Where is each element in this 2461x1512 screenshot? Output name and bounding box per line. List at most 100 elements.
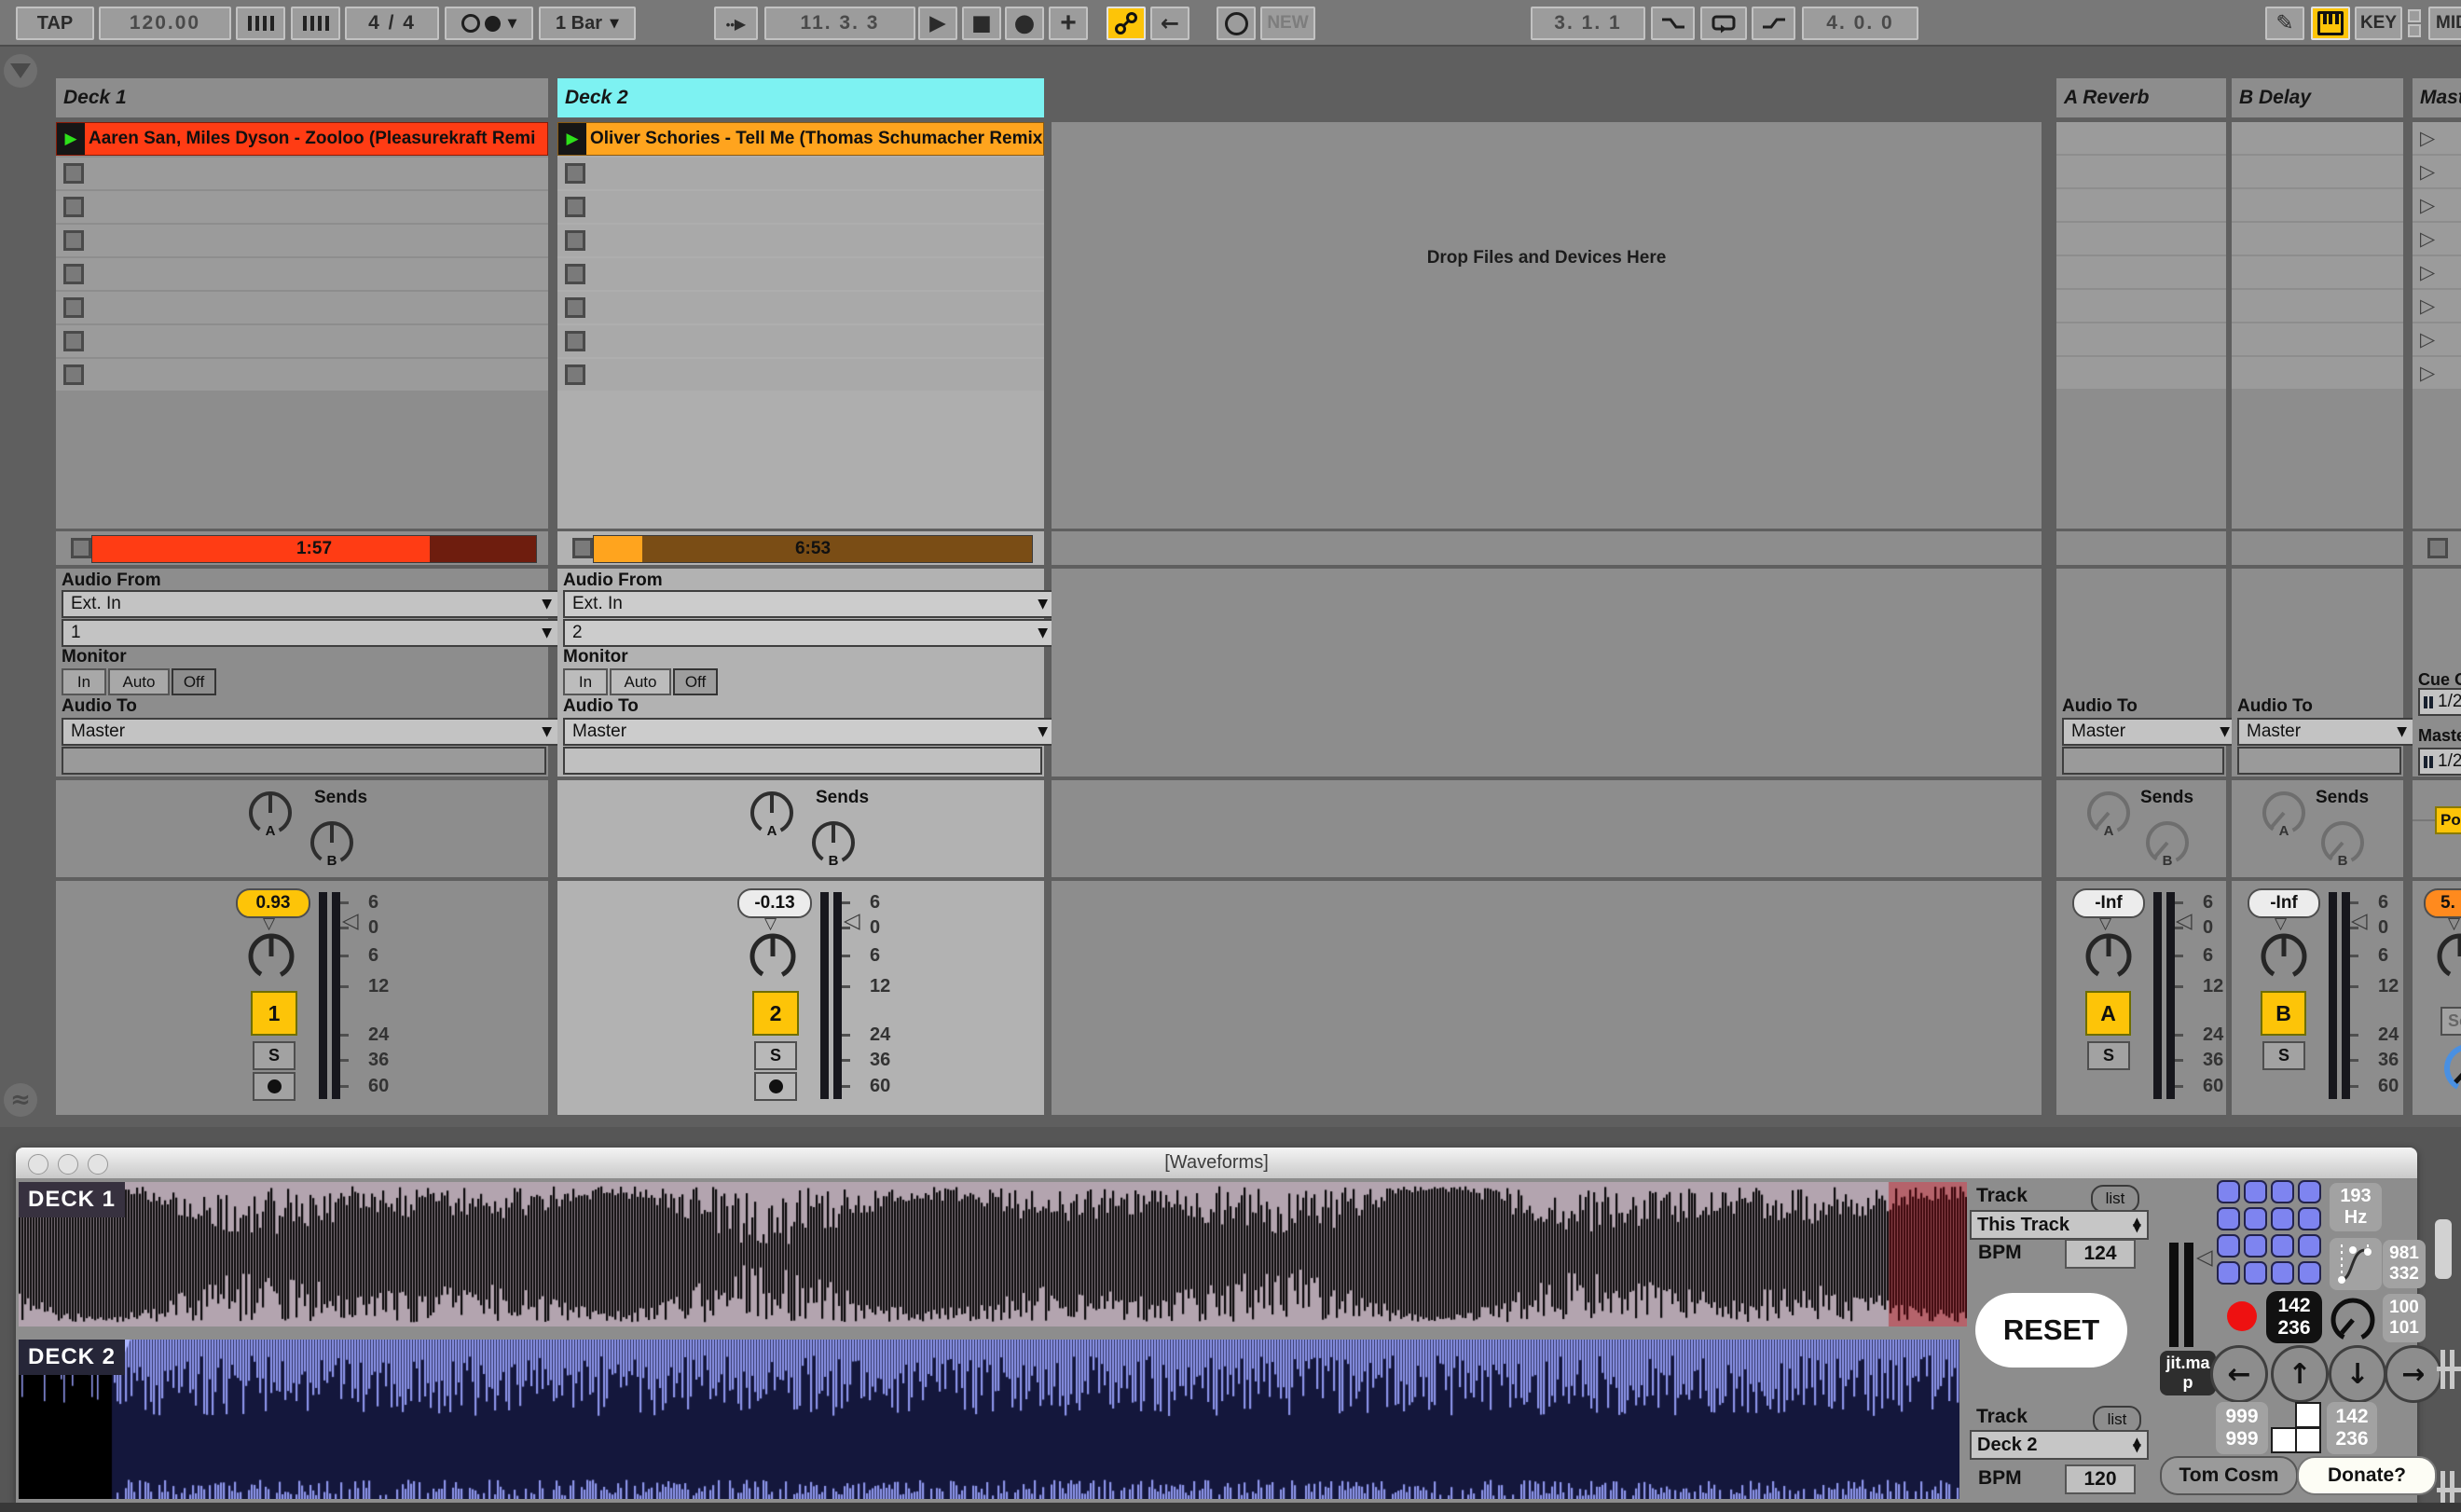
matrix-button[interactable] bbox=[2217, 1261, 2240, 1285]
key-map-button[interactable]: KEY bbox=[2355, 7, 2402, 40]
clip-slot[interactable] bbox=[2232, 156, 2403, 187]
stop-button[interactable]: ■ bbox=[962, 7, 1001, 40]
scene-slot[interactable]: ▷ bbox=[2413, 156, 2461, 187]
master-pan-knob[interactable] bbox=[2435, 931, 2461, 982]
deck2-output-channel-box[interactable] bbox=[563, 747, 1042, 775]
clip-slot[interactable] bbox=[2232, 290, 2403, 322]
crossfade-toggle-button[interactable]: ≈ bbox=[4, 1083, 37, 1117]
clip-slot[interactable] bbox=[56, 191, 548, 223]
return-b-track-activator[interactable]: B bbox=[2261, 991, 2306, 1036]
stepper-arrows-icon[interactable]: ▲▼ bbox=[2133, 1438, 2141, 1450]
midi-link-button[interactable] bbox=[1107, 7, 1146, 40]
clip-slot[interactable] bbox=[2056, 223, 2226, 254]
clip-slot[interactable] bbox=[2232, 122, 2403, 154]
clip-slot[interactable] bbox=[2056, 290, 2226, 322]
toggle-checkbox-top[interactable] bbox=[2295, 1402, 2321, 1428]
deck1-input-channel-chooser[interactable]: 1▼ bbox=[62, 619, 561, 647]
reset-button[interactable]: RESET bbox=[1975, 1293, 2127, 1368]
clip-slot[interactable] bbox=[56, 258, 548, 290]
curve-function-widget[interactable] bbox=[2330, 1238, 2382, 1290]
time-signature-display[interactable]: 4 / 4 bbox=[345, 7, 439, 40]
matrix-button[interactable] bbox=[2244, 1207, 2267, 1230]
toggle-checkbox-mid[interactable] bbox=[2295, 1427, 2321, 1453]
scene-play-icon[interactable]: ▷ bbox=[2420, 129, 2435, 148]
deck2-clip-progress[interactable]: 6:53 bbox=[593, 535, 1033, 563]
clip-slot[interactable] bbox=[557, 325, 1044, 357]
clip-play-button[interactable]: ▶ bbox=[558, 123, 586, 155]
record-button[interactable]: ● bbox=[1005, 7, 1044, 40]
track-header-return-b[interactable]: B Delay bbox=[2232, 78, 2403, 117]
loop-start-display[interactable]: 3. 1. 1 bbox=[1531, 7, 1645, 40]
clip-slot[interactable] bbox=[557, 191, 1044, 223]
monitor-off-button[interactable]: Off bbox=[673, 668, 718, 695]
track-list-button[interactable]: list bbox=[2091, 1185, 2139, 1213]
scene-slot[interactable]: ▷ bbox=[2413, 357, 2461, 389]
frequency-display[interactable]: 193Hz bbox=[2330, 1183, 2382, 1231]
clip-stop-button[interactable] bbox=[63, 264, 84, 284]
bpm-value-top[interactable]: 124 bbox=[2065, 1239, 2136, 1269]
clip-slot[interactable] bbox=[557, 158, 1044, 189]
deck2-input-type-chooser[interactable]: Ext. In▼ bbox=[563, 590, 1057, 618]
chevron-down-icon[interactable]: ▼ bbox=[508, 17, 517, 31]
clip-slot[interactable] bbox=[557, 258, 1044, 290]
deck2-input-channel-chooser[interactable]: 2▼ bbox=[563, 619, 1057, 647]
cue-out-chooser[interactable]: 1/2 bbox=[2418, 688, 2461, 716]
tempo-display[interactable]: 120.00 bbox=[99, 7, 231, 40]
matrix-button[interactable] bbox=[2298, 1207, 2321, 1230]
deck2-send-a-knob[interactable]: A bbox=[747, 788, 797, 838]
scene-play-icon[interactable]: ▷ bbox=[2420, 229, 2435, 249]
master-out-chooser[interactable]: 1/2 bbox=[2418, 748, 2461, 776]
loop-length-display[interactable]: 4. 0. 0 bbox=[1802, 7, 1918, 40]
clip-slot[interactable] bbox=[557, 292, 1044, 323]
computer-midi-keyboard-button[interactable] bbox=[2311, 7, 2350, 40]
matrix-button[interactable] bbox=[2244, 1234, 2267, 1258]
return-b-pan-knob[interactable] bbox=[2259, 931, 2309, 982]
stepper-arrows-icon[interactable]: ▲▼ bbox=[2133, 1218, 2141, 1230]
post-toggle[interactable]: Post bbox=[2435, 806, 2461, 834]
return-b-solo-button[interactable]: S bbox=[2262, 1041, 2305, 1070]
deck1-send-a-knob[interactable]: A bbox=[245, 788, 296, 838]
quantization-menu[interactable]: 1 Bar▼ bbox=[539, 7, 636, 40]
deck2-track-activator[interactable]: 2 bbox=[752, 991, 799, 1036]
pair-display[interactable]: 142236 bbox=[2327, 1402, 2377, 1454]
matrix-button[interactable] bbox=[2217, 1180, 2240, 1203]
arrow-right-button[interactable]: → bbox=[2385, 1345, 2442, 1403]
deck1-send-b-knob[interactable]: B bbox=[307, 818, 357, 868]
matrix-button[interactable] bbox=[2271, 1180, 2294, 1203]
punch-out-button[interactable] bbox=[1752, 7, 1795, 40]
clip-play-button[interactable]: ▶ bbox=[57, 123, 85, 155]
loop-button[interactable] bbox=[1700, 7, 1747, 40]
clip-slot[interactable] bbox=[56, 158, 548, 189]
clip-stop-button[interactable] bbox=[63, 163, 84, 184]
coords-display-1[interactable]: 981332 bbox=[2383, 1240, 2426, 1288]
scene-slot[interactable]: ▷ bbox=[2413, 256, 2461, 288]
metronome-button[interactable]: ▼ bbox=[445, 7, 533, 40]
track-selector-top[interactable]: This Track ▲▼ bbox=[1970, 1210, 2149, 1240]
matrix-button[interactable] bbox=[2298, 1261, 2321, 1285]
deck1-clip-progress[interactable]: 1:57 bbox=[91, 535, 537, 563]
clip-slot[interactable] bbox=[2056, 323, 2226, 355]
clip-stop-button[interactable] bbox=[565, 197, 585, 217]
track-header-deck1[interactable]: Deck 1 bbox=[56, 78, 548, 117]
clip-stop-button[interactable] bbox=[572, 538, 593, 558]
back-to-arrangement-button[interactable]: ← bbox=[1150, 7, 1189, 40]
clip-stop-button[interactable] bbox=[565, 163, 585, 184]
clip-stop-button[interactable] bbox=[565, 364, 585, 385]
matrix-button[interactable] bbox=[2271, 1261, 2294, 1285]
scene-slot[interactable]: ▷ bbox=[2413, 323, 2461, 355]
deck1-output-channel-box[interactable] bbox=[62, 747, 546, 775]
deck2-output-chooser[interactable]: Master▼ bbox=[563, 718, 1057, 746]
clip-stop-button[interactable] bbox=[565, 264, 585, 284]
deck1-output-chooser[interactable]: Master▼ bbox=[62, 718, 561, 746]
matrix-button[interactable] bbox=[2298, 1180, 2321, 1203]
deck1-solo-button[interactable]: S bbox=[253, 1041, 296, 1070]
scene-slot[interactable]: ▷ bbox=[2413, 189, 2461, 221]
midi-map-button[interactable]: MIDI bbox=[2428, 7, 2461, 40]
scene-slot[interactable]: ▷ bbox=[2413, 122, 2461, 154]
clip-slot[interactable] bbox=[2056, 357, 2226, 389]
scene-play-icon[interactable]: ▷ bbox=[2420, 162, 2435, 182]
clip-slot[interactable] bbox=[2056, 256, 2226, 288]
session-record-button[interactable] bbox=[1217, 7, 1256, 40]
return-a-output-channel-box[interactable] bbox=[2062, 747, 2224, 775]
coords-display-2[interactable]: 100101 bbox=[2383, 1294, 2426, 1342]
